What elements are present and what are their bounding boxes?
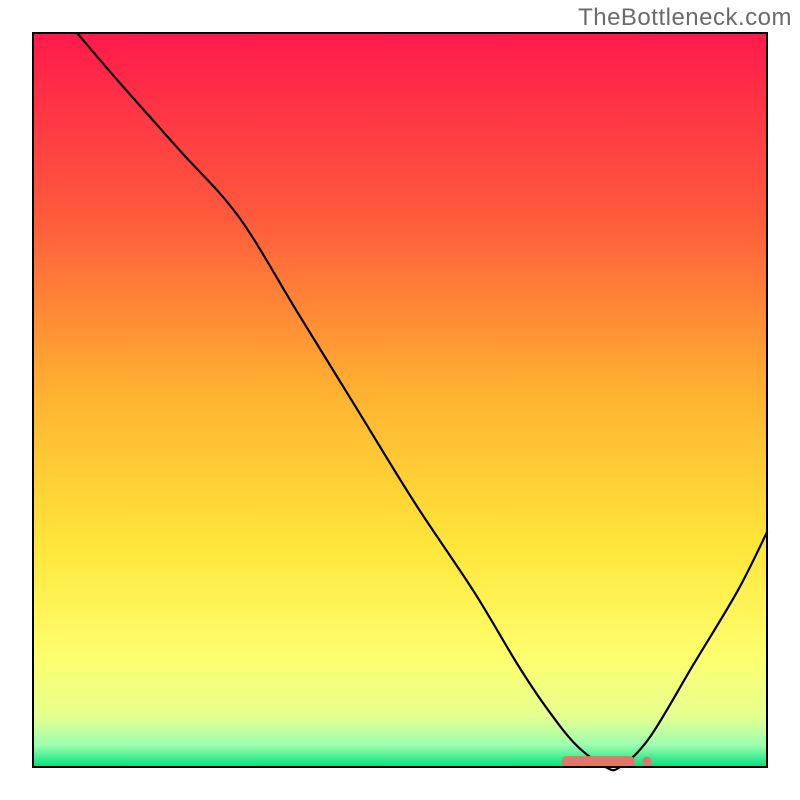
chart-container: TheBottleneck.com [0, 0, 800, 800]
bottleneck-chart [0, 0, 800, 800]
watermark-label: TheBottleneck.com [578, 4, 792, 32]
plot-background [33, 33, 767, 767]
